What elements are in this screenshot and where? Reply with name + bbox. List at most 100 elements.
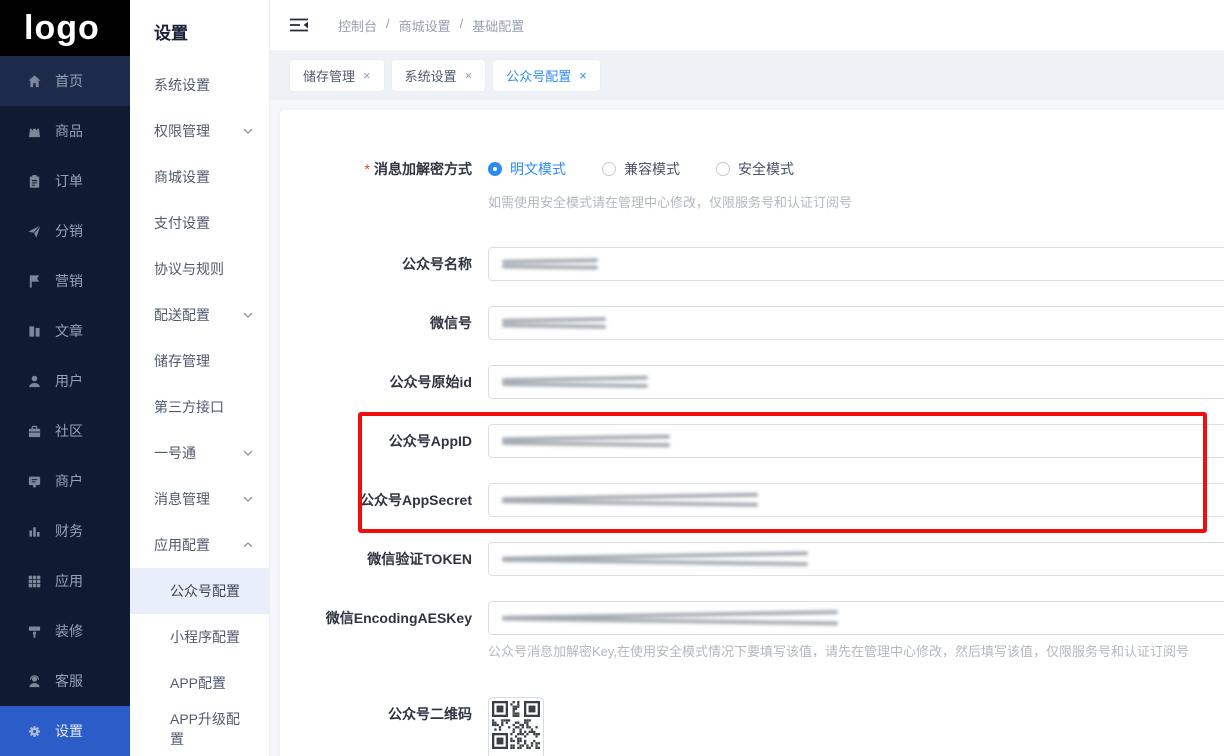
field-label: 公众号原始id [280, 365, 488, 399]
redacted-value [502, 553, 808, 566]
aeskey-help-text: 公众号消息加解密Key,在使用安全模式情况下要填写该值，请先在管理中心修改，然后… [488, 643, 1224, 661]
sidebar-item-home[interactable]: 首页 [0, 56, 130, 106]
redacted-value [502, 317, 606, 330]
field-label: 微信EncodingAESKey [280, 601, 488, 661]
appsecret-input[interactable] [488, 483, 1224, 517]
finance-icon [27, 524, 42, 539]
encryption-mode-radio-group: 明文模式 兼容模式 安全模式 [488, 152, 1224, 186]
redacted-value [502, 435, 670, 448]
original-id-input[interactable] [488, 365, 1224, 399]
tab-system-settings[interactable]: 系统设置 × [392, 60, 486, 91]
settings-submenu: 设置 系统设置 权限管理 商城设置 支付设置 协议与规则 配送配置 储存管理 第… [130, 0, 270, 756]
topbar: 控制台 / 商城设置 / 基础配置 [270, 0, 1224, 50]
tab-official-account-config[interactable]: 公众号配置 × [493, 60, 600, 91]
config-form-card: *消息加解密方式 明文模式 兼容模式 安全模式 [280, 110, 1224, 756]
chevron-down-icon [243, 448, 253, 458]
sidebar-item-settings[interactable]: 设置 [0, 706, 130, 756]
sidebar-item-service[interactable]: 客服 [0, 656, 130, 706]
menu-item-storage[interactable]: 储存管理 [130, 338, 269, 384]
menu-item-agreements[interactable]: 协议与规则 [130, 246, 269, 292]
sidebar-item-marketing[interactable]: 营销 [0, 256, 130, 306]
close-tab-icon[interactable]: × [579, 68, 587, 83]
form-row-wechat-id: 微信号 [280, 306, 1224, 340]
radio-plaintext-mode[interactable]: 明文模式 [488, 159, 566, 179]
menu-item-delivery[interactable]: 配送配置 [130, 292, 269, 338]
breadcrumb-item-console[interactable]: 控制台 [338, 16, 377, 35]
sidebar-item-community[interactable]: 社区 [0, 406, 130, 456]
wechat-id-input[interactable] [488, 306, 1224, 340]
qrcode-frame [488, 697, 544, 756]
token-input[interactable] [488, 542, 1224, 576]
sidebar-item-articles[interactable]: 文章 [0, 306, 130, 356]
account-name-input[interactable] [488, 247, 1224, 281]
encryption-help-text: 如需使用安全模式请在管理中心修改，仅限服务号和认证订阅号 [488, 194, 1224, 212]
goods-icon [27, 124, 42, 139]
service-icon [27, 674, 42, 689]
distribution-icon [27, 224, 42, 239]
field-label: 微信号 [280, 306, 488, 340]
user-icon [27, 374, 42, 389]
close-tab-icon[interactable]: × [363, 68, 371, 83]
radio-selected-icon [488, 162, 502, 176]
form-row-qrcode: 公众号二维码 [280, 697, 1224, 756]
close-tab-icon[interactable]: × [465, 68, 473, 83]
sidebar-item-users[interactable]: 用户 [0, 356, 130, 406]
breadcrumb-item-basic-config: 基础配置 [472, 16, 524, 35]
article-icon [27, 324, 42, 339]
collapse-sidebar-icon[interactable] [288, 16, 310, 34]
breadcrumb-item-mall-settings[interactable]: 商城设置 [399, 16, 451, 35]
logo: logo [0, 0, 130, 56]
chevron-down-icon [243, 126, 253, 136]
appid-input[interactable] [488, 424, 1224, 458]
sidebar-item-apps[interactable]: 应用 [0, 556, 130, 606]
breadcrumb: 控制台 / 商城设置 / 基础配置 [338, 16, 524, 35]
radio-compatible-mode[interactable]: 兼容模式 [602, 159, 680, 179]
sidebar-item-decoration[interactable]: 装修 [0, 606, 130, 656]
radio-unselected-icon [716, 162, 730, 176]
sidebar-item-merchant[interactable]: 商户 [0, 456, 130, 506]
breadcrumb-separator: / [460, 16, 464, 35]
sidebar-item-goods[interactable]: 商品 [0, 106, 130, 156]
radio-unselected-icon [602, 162, 616, 176]
chevron-up-icon [243, 540, 253, 550]
main-sidebar: logo 首页 商品 订单 分销 营销 文章 用户 [0, 0, 130, 756]
field-label: 公众号名称 [280, 247, 488, 281]
menu-item-permissions[interactable]: 权限管理 [130, 108, 269, 154]
chevron-down-icon [243, 494, 253, 504]
menu-item-mini-program-config[interactable]: 小程序配置 [130, 614, 269, 660]
form-row-token: 微信验证TOKEN [280, 542, 1224, 576]
menu-item-app-config-item[interactable]: APP配置 [130, 660, 269, 706]
tab-storage[interactable]: 储存管理 × [290, 60, 384, 91]
field-label: 公众号二维码 [280, 697, 488, 756]
order-icon [27, 174, 42, 189]
settings-icon [27, 724, 42, 739]
menu-item-payment[interactable]: 支付设置 [130, 200, 269, 246]
form-row-appsecret: 公众号AppSecret [280, 483, 1224, 517]
community-icon [27, 424, 42, 439]
sidebar-item-distribution[interactable]: 分销 [0, 206, 130, 256]
redacted-value [502, 612, 838, 625]
menu-item-yihaotong[interactable]: 一号通 [130, 430, 269, 476]
menu-item-app-upgrade-config[interactable]: APP升级配置 [130, 706, 269, 752]
menu-item-third-party[interactable]: 第三方接口 [130, 384, 269, 430]
aeskey-input[interactable] [488, 601, 1224, 635]
field-label: 微信验证TOKEN [280, 542, 488, 576]
form-row-original-id: 公众号原始id [280, 365, 1224, 399]
open-tabs-bar: 储存管理 × 系统设置 × 公众号配置 × [270, 50, 1224, 100]
form-row-appid: 公众号AppID [280, 424, 1224, 458]
breadcrumb-separator: / [386, 16, 390, 35]
form-row-account-name: 公众号名称 [280, 247, 1224, 281]
menu-item-mall-settings[interactable]: 商城设置 [130, 154, 269, 200]
chevron-down-icon [243, 310, 253, 320]
menu-item-system-settings[interactable]: 系统设置 [130, 62, 269, 108]
marketing-icon [27, 274, 42, 289]
radio-secure-mode[interactable]: 安全模式 [716, 159, 794, 179]
menu-item-official-account-config[interactable]: 公众号配置 [130, 568, 269, 614]
sidebar-item-finance[interactable]: 财务 [0, 506, 130, 556]
menu-item-messages[interactable]: 消息管理 [130, 476, 269, 522]
redacted-value [502, 494, 758, 507]
field-label: 公众号AppSecret [280, 483, 488, 517]
form-row-encryption-mode: *消息加解密方式 明文模式 兼容模式 安全模式 [280, 152, 1224, 212]
sidebar-item-orders[interactable]: 订单 [0, 156, 130, 206]
menu-item-app-config[interactable]: 应用配置 [130, 522, 269, 568]
